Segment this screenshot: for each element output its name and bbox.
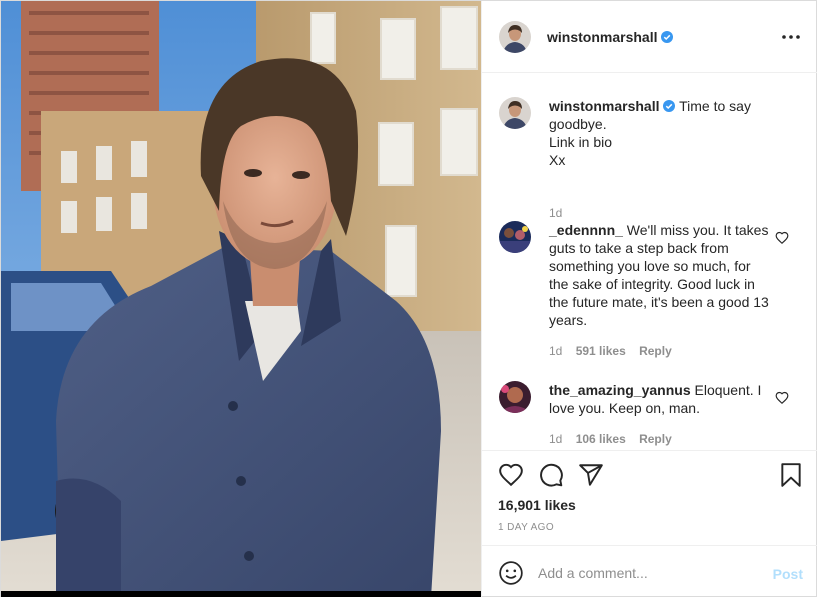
instagram-post: winstonmarshall winstonmarshall Time to … [0,0,817,597]
comment-likes[interactable]: 591 likes [576,344,626,358]
post-comment-button[interactable]: Post [773,566,803,582]
caption-meta: 1d [549,206,572,220]
caption: winstonmarshall Time to say goodbye. Lin… [499,97,799,220]
commenter-avatar[interactable] [499,381,531,413]
caption-author-avatar[interactable] [499,97,531,129]
likes-count[interactable]: 16,901 likes [498,497,576,513]
caption-line-2: Xx [549,152,566,168]
comment-meta: 1d 106 likes Reply [549,432,682,446]
comment-body: _edennnn_ We'll miss you. It takes guts … [549,221,769,329]
comment-meta: 1d 591 likes Reply [549,344,682,358]
verified-badge-icon [661,31,674,43]
post-timestamp[interactable]: 1 DAY AGO [498,522,554,533]
caption-username[interactable]: winstonmarshall [549,98,659,114]
like-comment-heart-icon[interactable] [775,391,789,405]
author-avatar[interactable] [499,21,531,53]
comment-input[interactable] [538,562,758,584]
photo-letterbox-bar [1,591,481,597]
add-comment-bar: Post [482,545,817,597]
comments-list[interactable]: winstonmarshall Time to say goodbye. Lin… [482,74,817,450]
caption-body: winstonmarshall Time to say goodbye. Lin… [549,97,769,169]
commenter-username[interactable]: the_amazing_yannus [549,382,691,398]
commenter-username[interactable]: _edennnn_ [549,222,623,238]
comment-item: the_amazing_yannus Eloquent. I love you.… [499,381,799,450]
emoji-icon[interactable] [498,560,524,586]
caption-time[interactable]: 1d [549,206,562,220]
verified-badge-icon [663,100,676,112]
post-header: winstonmarshall [482,1,817,73]
comment-body: the_amazing_yannus Eloquent. I love you.… [549,381,769,417]
like-comment-heart-icon[interactable] [775,231,789,245]
author-username[interactable]: winstonmarshall [547,29,674,45]
commenter-avatar[interactable] [499,221,531,253]
post-photo-image [1,1,481,597]
more-options-icon[interactable] [779,25,803,49]
post-photo[interactable] [1,1,481,597]
comment-item: _edennnn_ We'll miss you. It takes guts … [499,221,799,361]
comment-reply-button[interactable]: Reply [639,344,672,358]
comment-reply-button[interactable]: Reply [639,432,672,446]
comment-likes[interactable]: 106 likes [576,432,626,446]
share-icon[interactable] [578,462,604,488]
heart-icon[interactable] [498,462,524,488]
comment-time[interactable]: 1d [549,344,562,358]
caption-line-1: Link in bio [549,134,613,150]
post-details-panel: winstonmarshall winstonmarshall Time to … [481,1,817,597]
comment-time[interactable]: 1d [549,432,562,446]
comment-icon[interactable] [538,462,564,488]
bookmark-icon[interactable] [778,462,804,488]
